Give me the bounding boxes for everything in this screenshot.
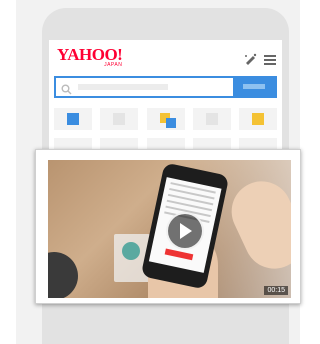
header-tools [244,52,276,70]
service-tile[interactable] [54,108,92,130]
search-bar [54,76,277,98]
service-tile[interactable] [100,108,139,130]
service-icon [67,113,79,125]
service-icon [113,113,126,125]
service-icon [252,113,264,125]
service-tile[interactable] [239,108,277,130]
search-button[interactable] [233,76,277,98]
service-icon [205,113,218,125]
red-button [164,248,194,261]
logo-text: YAHOO! [57,45,123,64]
service-tile[interactable] [192,108,231,130]
service-tile[interactable] [146,108,185,130]
search-input[interactable] [78,84,168,90]
pen-sparkle-icon[interactable] [244,52,258,70]
search-icon [61,82,72,100]
video-duration: 00:15 [264,286,288,295]
hamburger-menu-icon[interactable] [264,52,276,70]
service-icons-row [54,108,277,130]
service-icon-overlay [165,118,176,128]
video-card: 00:15 [35,149,301,304]
video-player[interactable]: 00:15 [48,160,291,298]
cup-logo [122,242,140,260]
play-icon[interactable] [166,212,204,250]
coffee-mug [48,252,78,298]
yahoo-japan-logo[interactable]: YAHOO! JAPAN [57,45,123,68]
